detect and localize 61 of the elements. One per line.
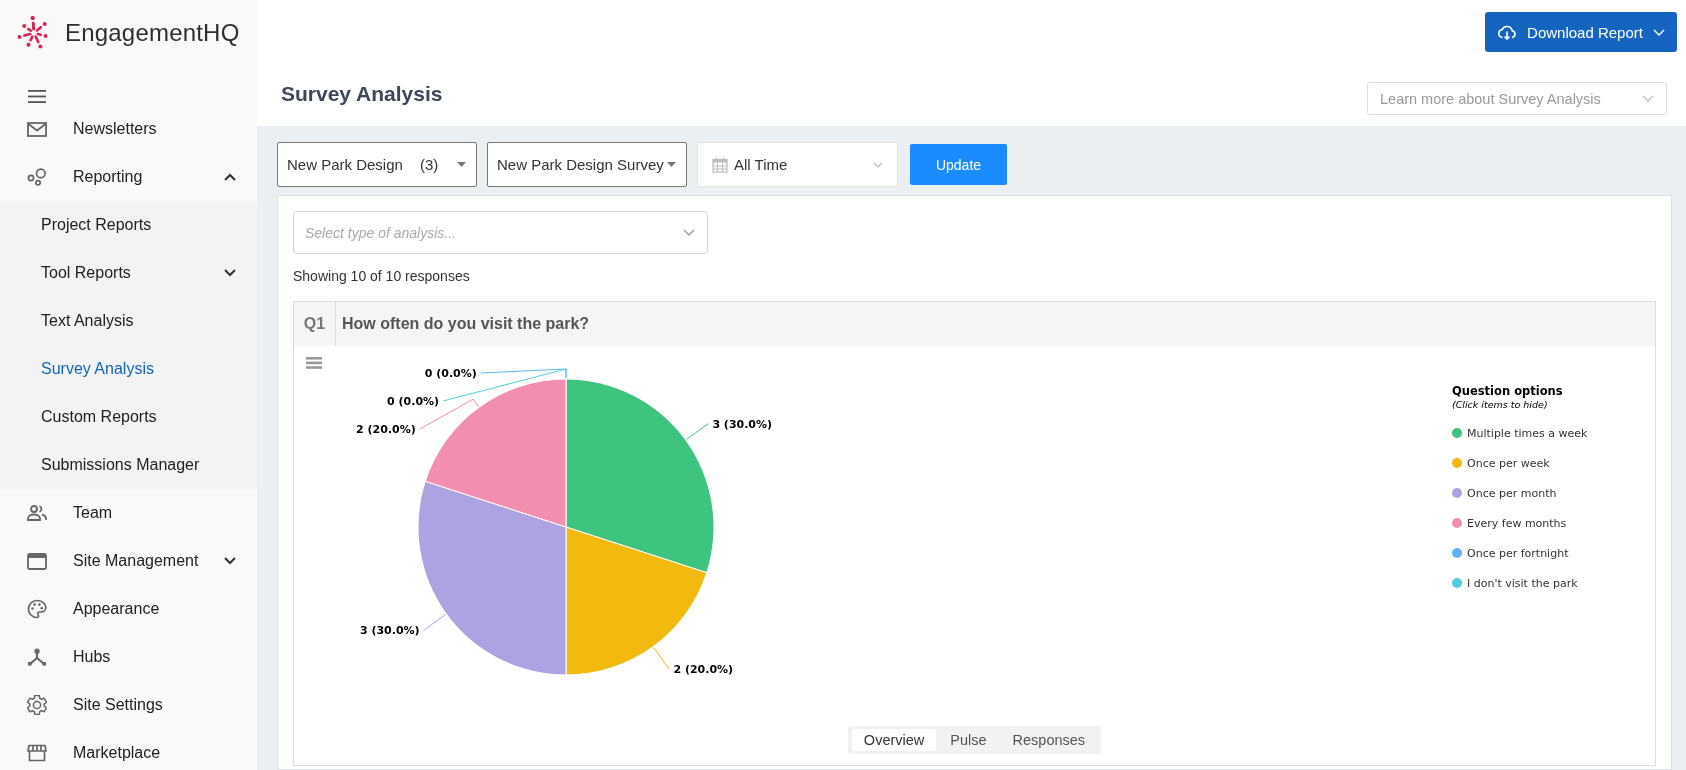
settings-icon (27, 695, 47, 715)
store-icon (27, 744, 47, 762)
data-label: 0 (0.0%) (424, 367, 477, 380)
sidebar-subitem[interactable]: Text Analysis (0, 297, 257, 345)
sidebar-item[interactable]: Appearance (0, 585, 257, 633)
chevron-down-icon (873, 161, 883, 168)
leader-line (653, 647, 670, 670)
mail-icon (27, 121, 47, 137)
caret-down-icon (667, 162, 676, 167)
chart-menu-icon[interactable] (306, 357, 322, 369)
sidebar-item[interactable]: Newsletters (0, 105, 257, 153)
chevron-down-icon (1642, 95, 1654, 102)
sidebar-subitem[interactable]: Submissions Manager (0, 441, 257, 489)
sidebar-item[interactable]: Team (0, 489, 257, 537)
data-label: 0 (0.0%) (387, 395, 440, 408)
logo-text: EngagementHQ (65, 19, 240, 47)
data-label: 3 (30.0%) (712, 417, 773, 431)
sidebar-item[interactable]: Hubs (0, 633, 257, 681)
chevron-down-icon (1652, 28, 1665, 36)
sidebar-subitem[interactable]: Custom Reports (0, 393, 257, 441)
data-label: 2 (20.0%) (356, 423, 416, 436)
leader-line (423, 614, 446, 631)
download-report-button[interactable]: Download Report (1485, 12, 1677, 52)
tab[interactable]: Overview (851, 729, 937, 751)
sidebar-item[interactable]: Site Settings (0, 681, 257, 729)
caret-down-icon (457, 162, 466, 167)
legend-item[interactable]: Every few months (1452, 508, 1642, 538)
chevron-down-icon (683, 229, 695, 236)
people-icon (27, 505, 47, 521)
palette-icon (27, 599, 47, 619)
calendar-icon (712, 156, 728, 173)
sidebar-subitem[interactable]: Tool Reports (0, 249, 257, 297)
legend-item[interactable]: I don't visit the park (1452, 568, 1642, 598)
filter-select[interactable]: New Park Design Survey (487, 142, 687, 187)
sidebar-item[interactable]: Site Management (0, 537, 257, 585)
question-number: Q1 (294, 302, 336, 346)
legend-item[interactable]: Multiple times a week (1452, 418, 1642, 448)
sidebar-subitem[interactable]: Project Reports (0, 201, 257, 249)
date-range-select[interactable]: All Time (697, 142, 898, 187)
sidebar-item[interactable]: Marketplace (0, 729, 257, 770)
sidebar-item[interactable]: Reporting (0, 153, 257, 201)
sidebar-subitem[interactable]: Survey Analysis (0, 345, 257, 393)
tab[interactable]: Responses (1000, 729, 1098, 751)
leader-line (686, 423, 709, 440)
circles-icon (27, 168, 47, 186)
legend-hint: (Click items to hide) (1452, 398, 1549, 411)
legend-item[interactable]: Once per month (1452, 478, 1642, 508)
cloud-download-icon (1497, 24, 1518, 40)
network-icon (27, 648, 47, 666)
tab[interactable]: Pulse (938, 729, 999, 751)
data-label: 2 (20.0%) (673, 663, 734, 677)
page-title: Survey Analysis (281, 82, 443, 106)
data-label: 3 (30.0%) (359, 624, 420, 638)
menu-icon[interactable] (28, 90, 46, 103)
question-title: How often do you visit the park? (341, 314, 590, 334)
filter-select[interactable]: New Park Design (3) (277, 142, 477, 187)
response-count: Showing 10 of 10 responses (293, 267, 471, 285)
legend-item[interactable]: Once per week (1452, 448, 1642, 478)
window-icon (27, 552, 47, 570)
legend-title: Question options (1452, 384, 1564, 398)
legend-item[interactable]: Once per fortnight (1452, 538, 1642, 568)
